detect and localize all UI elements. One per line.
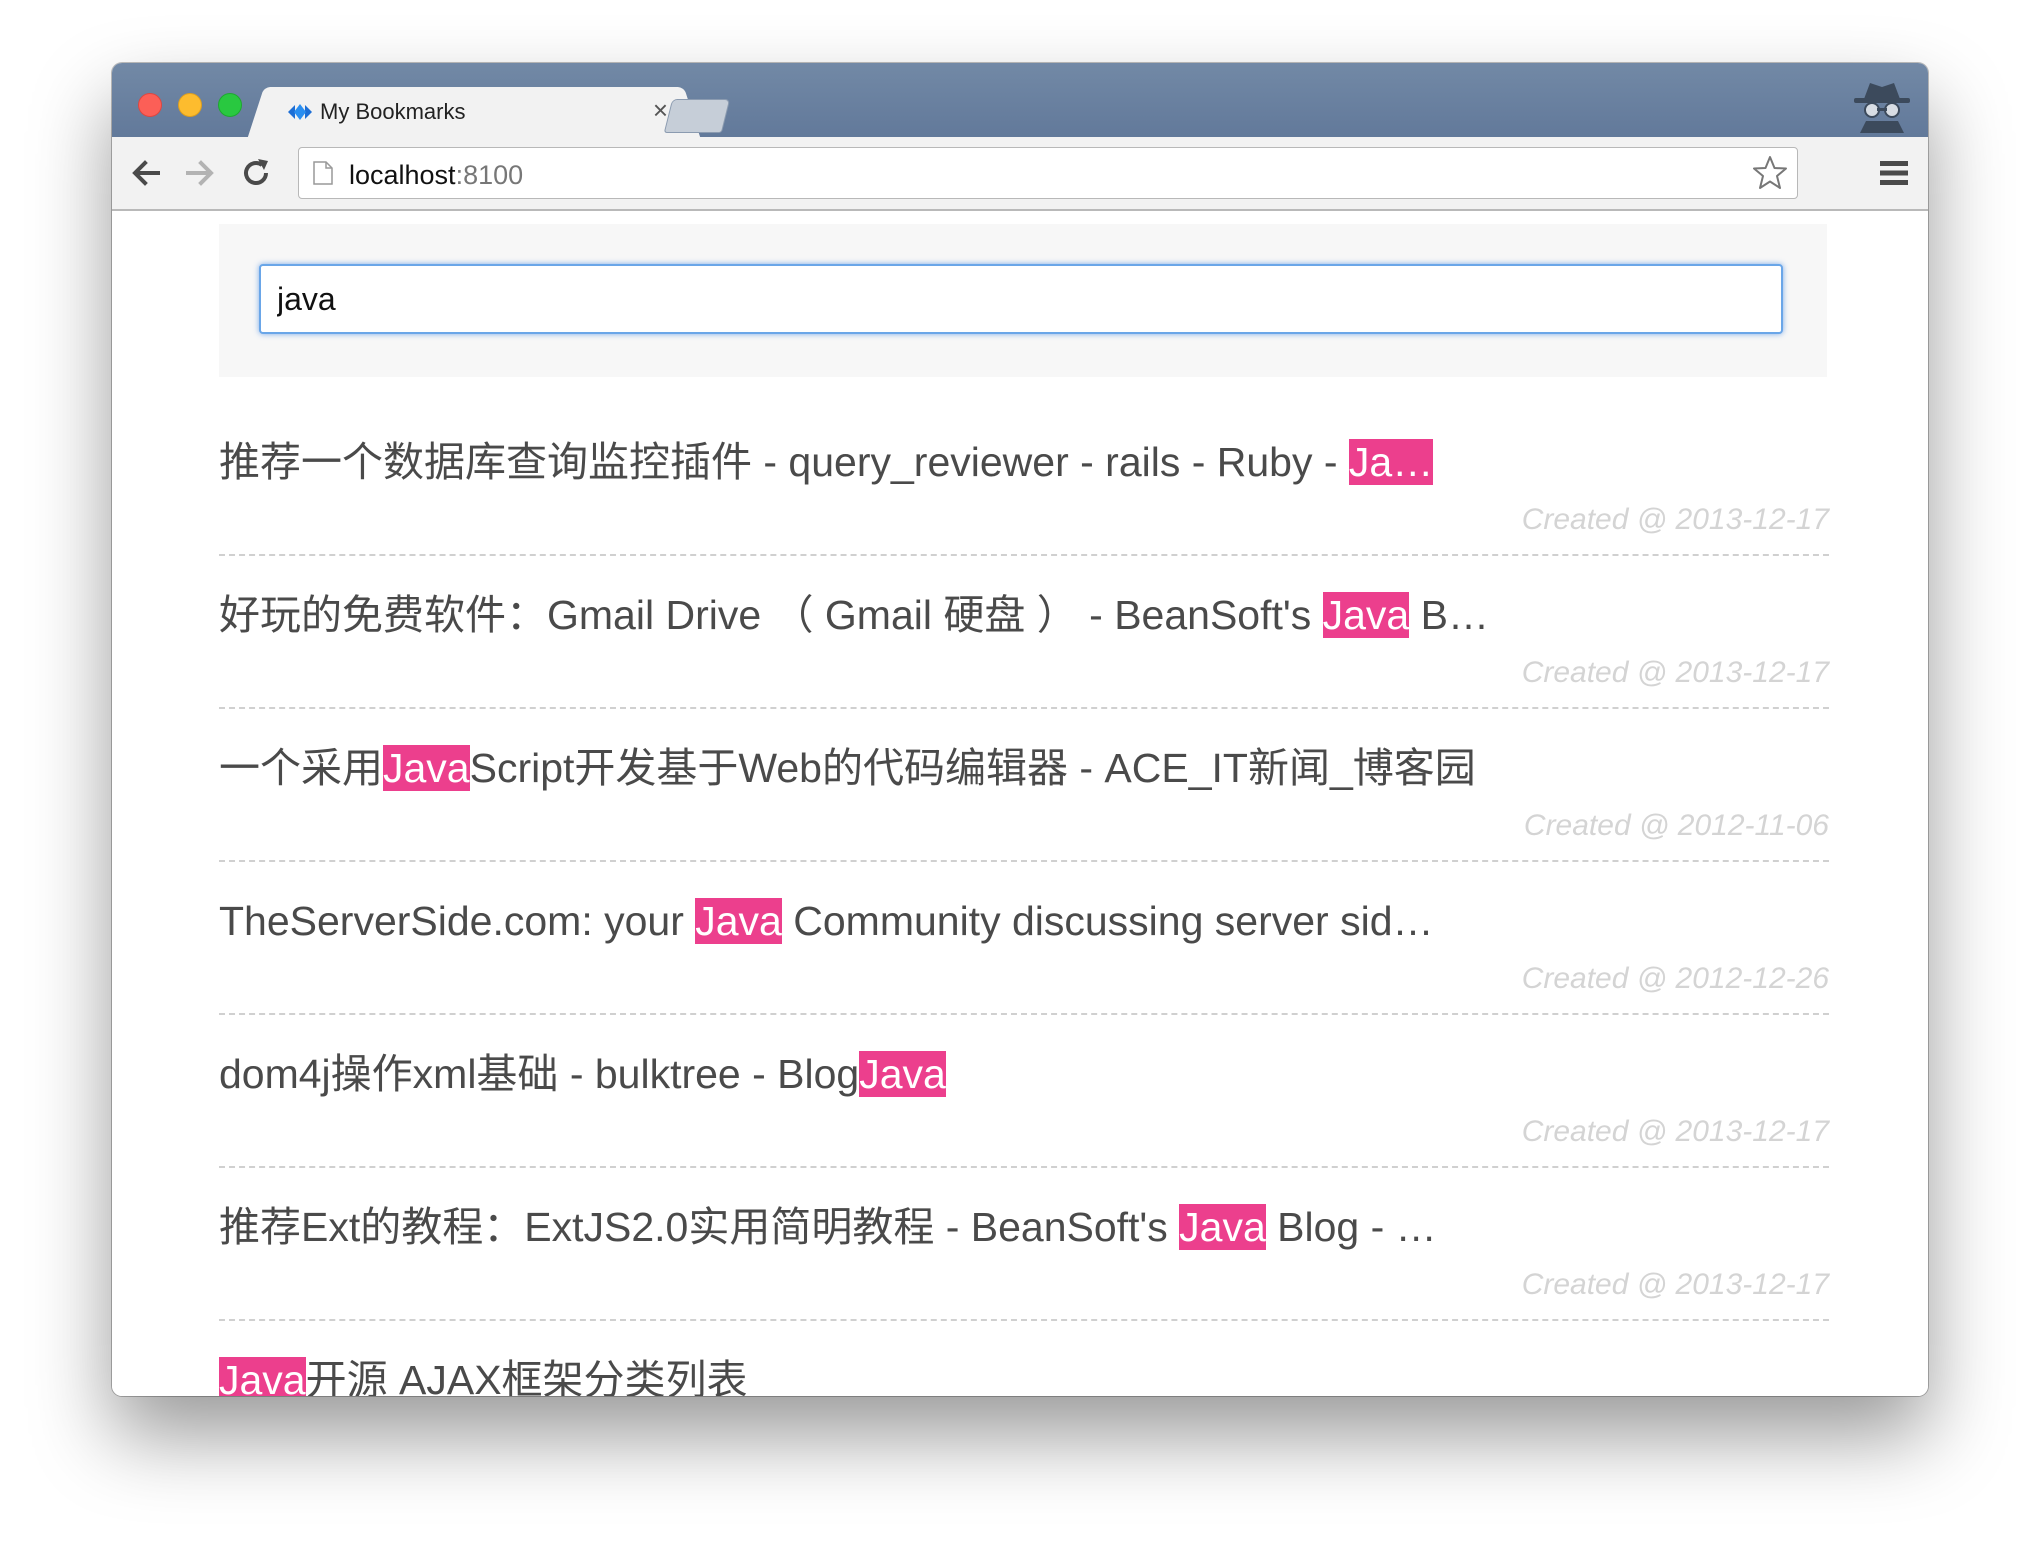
bookmark-title-text: Blog - … bbox=[1265, 1204, 1437, 1250]
search-input[interactable] bbox=[259, 264, 1783, 334]
search-match-highlight: Ja… bbox=[1348, 439, 1434, 485]
search-match-highlight: Java bbox=[1322, 592, 1410, 638]
bookmark-item[interactable]: 推荐一个数据库查询监控插件 - query_reviewer - rails -… bbox=[219, 403, 1829, 556]
bookmark-title-link[interactable]: TheServerSide.com: your Java Community d… bbox=[219, 894, 1434, 948]
screenshot-stage: My Bookmarks × localhost:8100 java 推荐一个数… bbox=[0, 0, 2036, 1554]
new-tab-button[interactable] bbox=[663, 99, 731, 133]
bookmark-created-date: Created @ 2013-12-17 bbox=[1521, 503, 1829, 536]
bookmark-item[interactable]: 一个采用JavaScript开发基于Web的代码编辑器 - ACE_IT新闻_博… bbox=[219, 709, 1829, 862]
zoom-window-button[interactable] bbox=[218, 93, 242, 117]
bookmark-title-text: Script开发基于Web的代码编辑器 - ACE_IT新闻_博客园 bbox=[469, 745, 1476, 791]
tab-close-button[interactable]: × bbox=[653, 95, 668, 125]
bookmark-title-text: Community discussing server sid… bbox=[781, 898, 1434, 944]
url-text: localhost:8100 bbox=[349, 160, 523, 190]
bookmark-created-date: Created @ 2012-12-26 bbox=[1521, 962, 1829, 995]
search-match-highlight: Java bbox=[383, 745, 470, 791]
bookmark-item[interactable]: 推荐Ext的教程：ExtJS2.0实用简明教程 - BeanSoft's Jav… bbox=[219, 1168, 1829, 1321]
forward-arrow-icon[interactable] bbox=[182, 155, 218, 191]
bookmark-item[interactable]: 好玩的免费软件：Gmail Drive （ Gmail 硬盘 ） - BeanS… bbox=[219, 556, 1829, 709]
bookmarks-diamond-icon bbox=[288, 104, 312, 120]
url-port: :8100 bbox=[455, 160, 524, 190]
tab-title: My Bookmarks bbox=[320, 99, 466, 124]
bookmark-title-text: 开源 AJAX框架分类列表 bbox=[305, 1357, 748, 1396]
bookmark-title-link[interactable]: Java开源 AJAX框架分类列表 bbox=[219, 1353, 748, 1396]
bookmark-item[interactable]: dom4j操作xml基础 - bulktree - BlogJava Create… bbox=[219, 1015, 1829, 1168]
search-match-highlight: Java bbox=[219, 1357, 306, 1396]
bookmark-title-text: dom4j操作xml基础 - bulktree - Blog bbox=[219, 1051, 860, 1097]
search-match-highlight: Java bbox=[695, 898, 782, 944]
bookmark-created-date: Created @ 2012-11-06 bbox=[1523, 809, 1829, 842]
bookmark-item[interactable]: Java开源 AJAX框架分类列表 bbox=[219, 1321, 1829, 1396]
title-bar: My Bookmarks × bbox=[112, 63, 1928, 137]
back-arrow-icon[interactable] bbox=[128, 155, 164, 191]
bookmark-item[interactable]: TheServerSide.com: your Java Community d… bbox=[219, 862, 1829, 1015]
search-match-highlight: Java bbox=[1179, 1204, 1266, 1250]
browser-toolbar: localhost:8100 bbox=[112, 137, 1928, 211]
bookmark-title-text: 推荐一个数据库查询监控插件 - query_reviewer - rails -… bbox=[219, 439, 1349, 485]
search-match-highlight: Java bbox=[859, 1051, 946, 1097]
search-panel bbox=[219, 224, 1827, 377]
hamburger-menu-icon[interactable] bbox=[1878, 159, 1910, 187]
close-window-button[interactable] bbox=[138, 93, 162, 117]
bookmark-title-link[interactable]: 推荐一个数据库查询监控插件 - query_reviewer - rails -… bbox=[219, 435, 1434, 489]
page-icon bbox=[313, 161, 333, 185]
bookmark-title-link[interactable]: 一个采用JavaScript开发基于Web的代码编辑器 - ACE_IT新闻_博… bbox=[219, 741, 1476, 795]
star-icon[interactable] bbox=[1751, 154, 1789, 192]
bookmark-title-link[interactable]: dom4j操作xml基础 - bulktree - BlogJava bbox=[219, 1047, 946, 1101]
bookmark-title-text: TheServerSide.com: your bbox=[219, 898, 696, 944]
address-bar[interactable]: localhost:8100 bbox=[298, 147, 1798, 199]
bookmark-created-date: Created @ 2013-12-17 bbox=[1521, 1268, 1829, 1301]
bookmark-title-link[interactable]: 推荐Ext的教程：ExtJS2.0实用简明教程 - BeanSoft's Jav… bbox=[219, 1200, 1437, 1254]
url-host: localhost bbox=[349, 160, 456, 190]
tab-my-bookmarks[interactable]: My Bookmarks × bbox=[272, 87, 676, 137]
bookmark-title-text: 好玩的免费软件：Gmail Drive （ Gmail 硬盘 ） - BeanS… bbox=[219, 592, 1323, 638]
bookmark-title-text: 推荐Ext的教程：ExtJS2.0实用简明教程 - BeanSoft's bbox=[219, 1204, 1180, 1250]
browser-window: My Bookmarks × localhost:8100 java 推荐一个数… bbox=[112, 63, 1928, 1396]
bookmark-created-date: Created @ 2013-12-17 bbox=[1521, 656, 1829, 689]
bookmark-title-text: 一个采用 bbox=[219, 745, 383, 791]
bookmark-results-list: 推荐一个数据库查询监控插件 - query_reviewer - rails -… bbox=[219, 403, 1829, 1396]
incognito-icon bbox=[1854, 83, 1910, 133]
page-content: 推荐一个数据库查询监控插件 - query_reviewer - rails -… bbox=[112, 211, 1928, 1396]
bookmark-title-text: B… bbox=[1409, 592, 1489, 638]
minimize-window-button[interactable] bbox=[178, 93, 202, 117]
bookmark-title-link[interactable]: 好玩的免费软件：Gmail Drive （ Gmail 硬盘 ） - BeanS… bbox=[219, 588, 1489, 642]
bookmark-created-date: Created @ 2013-12-17 bbox=[1521, 1115, 1829, 1148]
reload-icon[interactable] bbox=[238, 155, 274, 191]
